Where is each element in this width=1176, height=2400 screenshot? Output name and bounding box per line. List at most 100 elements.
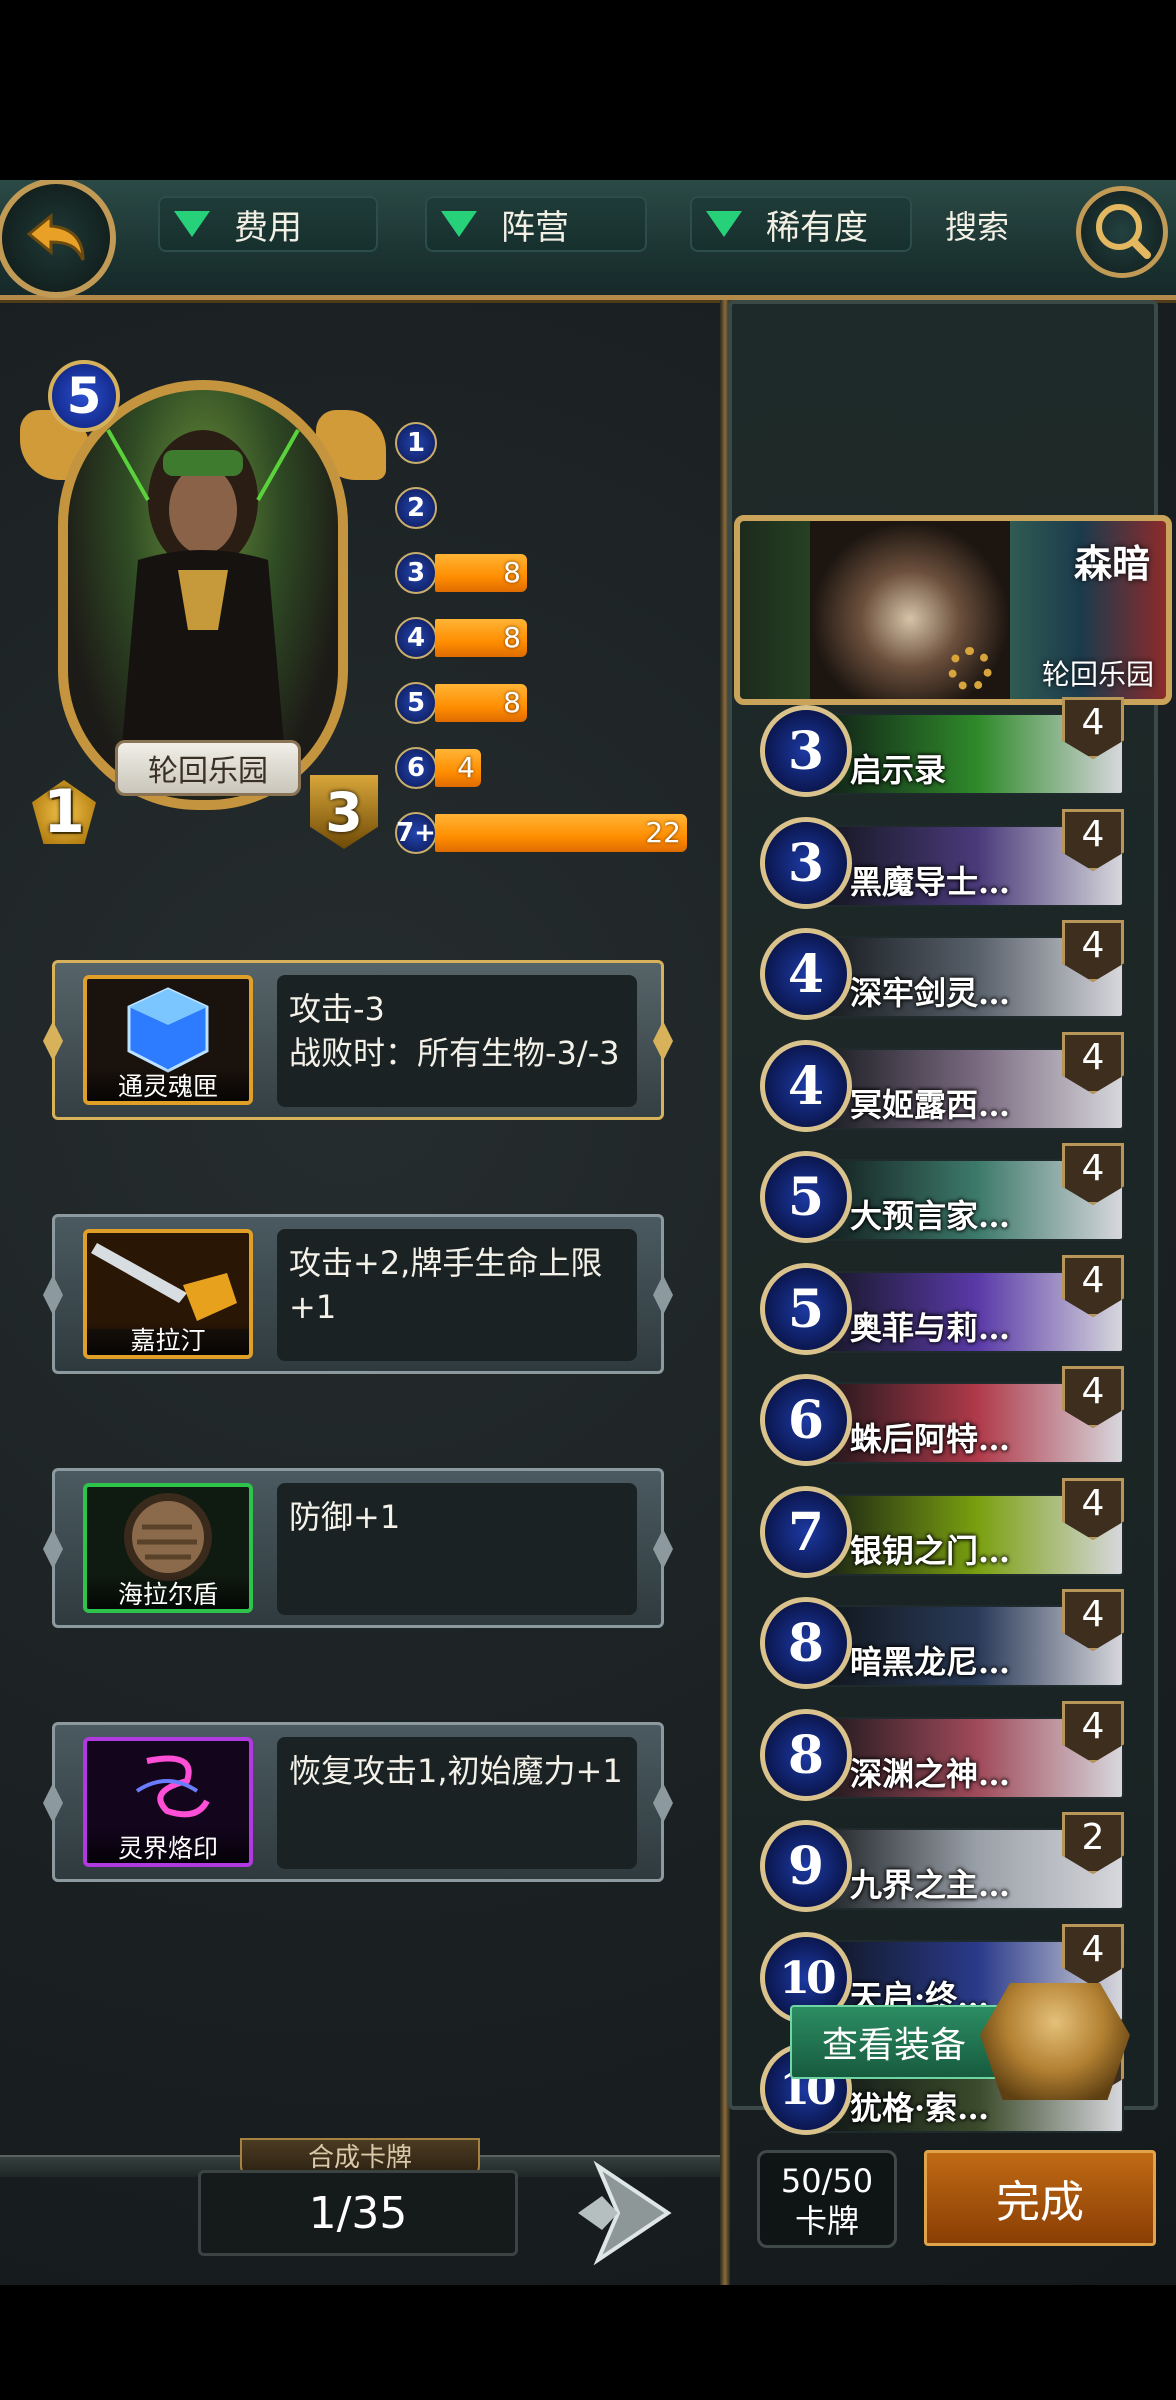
equipment-effect: 恢复攻击1,初始魔力+1	[277, 1737, 637, 1869]
deck-card[interactable]: 黑魔导士… 3 4	[760, 809, 1124, 909]
deck-card-name: 大预言家…	[850, 1197, 1011, 1235]
deck-card-name: 深渊之神…	[850, 1755, 1011, 1793]
deck-card-cost: 4	[760, 928, 852, 1020]
equipment-name: 海拉尔盾	[87, 1575, 249, 1609]
filter-bar: 费用 阵营 稀有度 搜索	[0, 180, 1176, 300]
deck-hero-faction: 轮回乐园	[1041, 658, 1154, 691]
search-button[interactable]	[1076, 186, 1168, 278]
deck-card-count: 50/50 卡牌	[757, 2150, 897, 2248]
curve-bar: 22	[435, 814, 687, 852]
deck-card[interactable]: 蛛后阿特… 6 4	[760, 1366, 1124, 1466]
deck-card-cost: 9	[760, 1820, 852, 1912]
curve-cost: 5	[395, 682, 437, 724]
gear-icon[interactable]	[948, 647, 992, 691]
curve-count: 4	[457, 751, 475, 784]
dropdown-triangle-icon	[441, 211, 477, 237]
curve-cost: 6	[395, 747, 437, 789]
filter-faction-label: 阵营	[501, 207, 569, 248]
hero-art	[106, 429, 300, 790]
back-arrow-icon	[26, 212, 85, 261]
curve-bar: 4	[435, 749, 481, 787]
deck-card[interactable]: 暗黑龙尼… 8 4	[760, 1589, 1124, 1689]
slot-ornament	[653, 1275, 673, 1315]
curve-cost: 3	[395, 552, 437, 594]
rune-icon: 灵界烙印	[83, 1737, 253, 1867]
curve-bar: 8	[435, 619, 527, 657]
deck-card-name: 犹格·索…	[850, 2089, 990, 2127]
slot-ornament	[653, 1783, 673, 1823]
deck-hero-banner[interactable]: 森暗 轮回乐园	[734, 515, 1172, 705]
page-counter: 1/35	[198, 2170, 518, 2256]
filter-faction[interactable]: 阵营	[425, 196, 647, 252]
equipment-slot[interactable]: 嘉拉汀 攻击+2,牌手生命上限+1	[43, 1214, 673, 1374]
curve-bar: 8	[435, 684, 527, 722]
filter-rarity[interactable]: 稀有度	[690, 196, 912, 252]
deck-card-cost: 3	[760, 705, 852, 797]
deck-card-name: 银钥之门…	[850, 1532, 1011, 1570]
curve-cost: 1	[395, 422, 437, 464]
filter-cost-label: 费用	[234, 207, 302, 248]
sword-icon: 嘉拉汀	[83, 1229, 253, 1359]
deck-card[interactable]: 九界之主… 9 2	[760, 1812, 1124, 1912]
deck-card-name: 九界之主…	[850, 1866, 1011, 1904]
deck-card-name: 奥菲与莉…	[850, 1309, 1011, 1347]
slot-ornament	[43, 1529, 63, 1569]
curve-count: 22	[645, 816, 681, 849]
deck-card-name: 深牢剑灵…	[850, 974, 1011, 1012]
next-page-button[interactable]	[568, 2158, 678, 2268]
deck-card-name: 黑魔导士…	[850, 863, 1011, 901]
curve-row: 7+ 22	[395, 810, 695, 856]
deck-card-cost: 5	[760, 1263, 852, 1355]
collection-panel: 5 轮回乐园 1 3 1 2 3 8 4 8 5 8 6 4 7+ 22 通灵魂匣 攻击-3 战败时：…	[0, 300, 722, 2178]
deck-card-name: 蛛后阿特…	[850, 1420, 1011, 1458]
deck-count-value: 50/50	[780, 2162, 874, 2200]
deck-card-name: 冥姬露西…	[850, 1086, 1011, 1124]
deck-card-name: 暗黑龙尼…	[850, 1643, 1011, 1681]
equipment-effect: 攻击-3 战败时：所有生物-3/-3	[277, 975, 637, 1107]
curve-count: 8	[503, 621, 521, 654]
dropdown-triangle-icon	[174, 211, 210, 237]
equipment-slot[interactable]: 通灵魂匣 攻击-3 战败时：所有生物-3/-3	[43, 960, 673, 1120]
deck-card[interactable]: 银钥之门… 7 4	[760, 1478, 1124, 1578]
filter-rarity-label: 稀有度	[766, 207, 868, 248]
equipment-name: 灵界烙印	[87, 1829, 249, 1863]
deck-card[interactable]: 冥姬露西… 4 4	[760, 1032, 1124, 1132]
deck-card-cost: 7	[760, 1486, 852, 1578]
magnifier-icon	[1096, 204, 1151, 259]
search-label[interactable]: 搜索	[945, 202, 1009, 248]
deck-card-name: 启示录	[850, 751, 947, 789]
slot-ornament	[653, 1021, 673, 1061]
deck-card[interactable]: 启示录 3 4	[760, 697, 1124, 797]
slot-ornament	[653, 1529, 673, 1569]
curve-row: 2	[395, 485, 695, 531]
slot-ornament	[43, 1021, 63, 1061]
deck-card-cost: 5	[760, 1151, 852, 1243]
filter-cost[interactable]: 费用	[158, 196, 378, 252]
equipment-slot[interactable]: 灵界烙印 恢复攻击1,初始魔力+1	[43, 1722, 673, 1882]
deck-card[interactable]: 深渊之神… 8 4	[760, 1701, 1124, 1801]
done-button[interactable]: 完成	[924, 2150, 1156, 2246]
equipment-slot[interactable]: 海拉尔盾 防御+1	[43, 1468, 673, 1628]
curve-row: 64	[395, 745, 695, 791]
curve-row: 48	[395, 615, 695, 661]
deck-card[interactable]: 奥菲与莉… 5 4	[760, 1255, 1124, 1355]
deck-hero-name: 森暗	[1073, 541, 1150, 586]
deck-card-cost: 8	[760, 1709, 852, 1801]
equipment-name: 通灵魂匣	[87, 1067, 249, 1101]
deck-card[interactable]: 深牢剑灵… 4 4	[760, 920, 1124, 1020]
curve-cost: 7+	[395, 812, 437, 854]
hero-health: 3	[310, 775, 378, 849]
hero-card[interactable]: 5 轮回乐园 1 3	[20, 340, 390, 850]
deck-card-cost: 4	[760, 1040, 852, 1132]
deck-card[interactable]: 大预言家… 5 4	[760, 1143, 1124, 1243]
equipment-effect: 攻击+2,牌手生命上限+1	[277, 1229, 637, 1361]
next-arrow-icon	[578, 2160, 672, 2266]
deck-card-cost: 6	[760, 1374, 852, 1466]
deck-card-cost: 3	[760, 817, 852, 909]
soul-box-art	[127, 987, 209, 1073]
back-button[interactable]	[0, 180, 116, 298]
hero-cost-gem: 5	[48, 360, 120, 432]
curve-row: 58	[395, 680, 695, 726]
deck-builder-screen: 费用 阵营 稀有度 搜索 5 轮回乐园 1 3 1 2 3 8 4 8 5 8 …	[0, 180, 1176, 2285]
sword-art	[87, 1233, 249, 1329]
